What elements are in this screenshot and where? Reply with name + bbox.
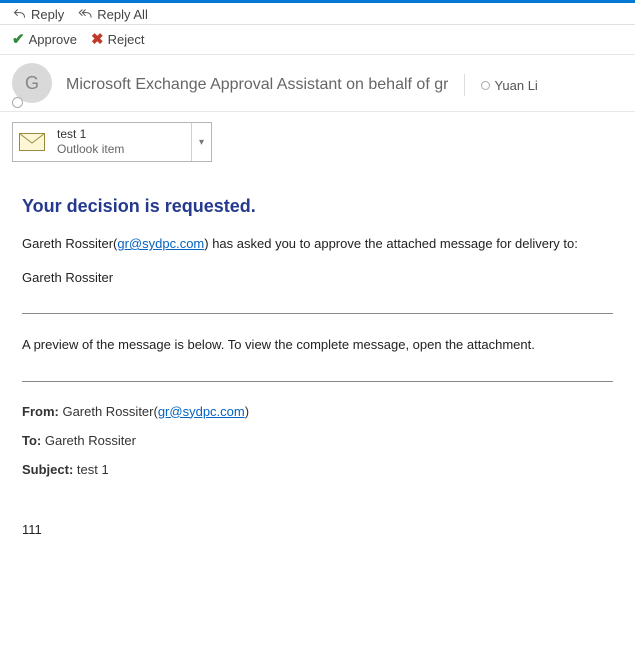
preview-subject: Subject: test 1 [22,462,613,477]
recipient-chip[interactable]: Yuan Li [481,78,537,93]
reply-button[interactable]: Reply [12,7,64,22]
reject-label: Reject [108,32,145,47]
decision-heading: Your decision is requested. [22,196,613,217]
reply-icon [12,7,27,22]
attachment-name: test 1 [57,127,185,142]
divider [22,313,613,314]
subject-value: test 1 [73,462,108,477]
from-name-prefix: Gareth Rossiter( [59,404,158,419]
attachment-text: test 1 Outlook item [51,124,191,160]
avatar-initial: G [25,73,39,94]
approve-label: Approve [29,32,77,47]
preview-to: To: Gareth Rossiter [22,433,613,448]
attachment-dropdown[interactable]: ▾ [191,123,211,161]
approve-button[interactable]: ✔ Approve [12,30,77,48]
envelope-icon [13,123,51,161]
divider [22,381,613,382]
requester-name: Gareth Rossiter( [22,236,117,251]
from-name-suffix: ) [245,404,249,419]
separator [464,74,465,96]
presence-indicator-small [481,81,490,90]
attachment-area: test 1 Outlook item ▾ [0,112,635,172]
from-label: From: [22,404,59,419]
toolbar: Reply Reply All [0,3,635,25]
request-suffix: ) has asked you to approve the attached … [204,236,578,251]
reply-label: Reply [31,7,64,22]
reject-button[interactable]: ✖ Reject [91,30,144,48]
from-email-link[interactable]: gr@sydpc.com [158,404,245,419]
preview-from: From: Gareth Rossiter(gr@sydpc.com) [22,404,613,419]
attachment-type: Outlook item [57,142,185,157]
to-value: Gareth Rossiter [41,433,136,448]
reply-all-icon [78,7,93,22]
checkmark-icon: ✔ [12,30,25,48]
vote-bar: ✔ Approve ✖ Reject [0,25,635,55]
attachment-item[interactable]: test 1 Outlook item ▾ [12,122,212,162]
preview-notice: A preview of the message is below. To vi… [22,336,613,354]
chevron-down-icon: ▾ [199,137,204,148]
message-header: G Microsoft Exchange Approval Assistant … [0,55,635,112]
request-sentence: Gareth Rossiter(gr@sydpc.com) has asked … [22,235,613,253]
recipient-name: Yuan Li [494,78,537,93]
subject-label: Subject: [22,462,73,477]
presence-indicator [12,97,23,108]
to-label: To: [22,433,41,448]
reply-all-button[interactable]: Reply All [78,7,148,22]
preview-content: 111 [22,521,613,539]
reply-all-label: Reply All [97,7,148,22]
avatar-wrap: G [12,63,56,107]
delivery-recipient: Gareth Rossiter [22,269,613,287]
from-line: Microsoft Exchange Approval Assistant on… [66,76,448,94]
message-body: Your decision is requested. Gareth Rossi… [0,172,635,575]
requester-email-link[interactable]: gr@sydpc.com [117,236,204,251]
x-icon: ✖ [91,30,104,48]
